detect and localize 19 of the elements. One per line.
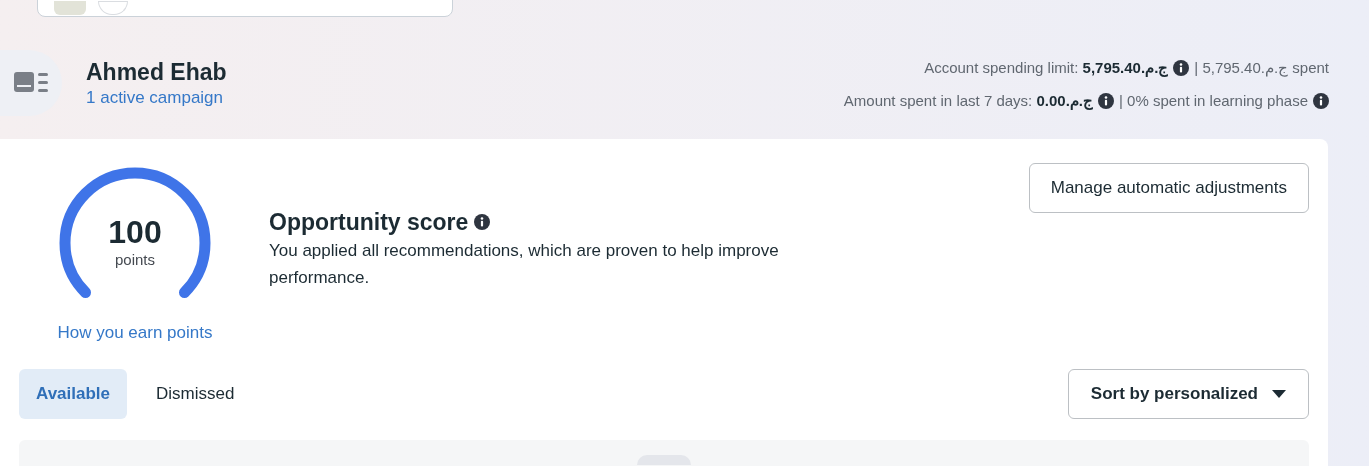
tab[interactable]: Available [19, 369, 128, 419]
score-title: Opportunity score [269, 208, 469, 237]
campaigns-link[interactable]: 1 active campaign [86, 87, 227, 109]
score-unit: points [115, 250, 155, 270]
info-icon [1313, 92, 1329, 109]
account-name: Ahmed Ehab [86, 58, 227, 87]
caret-icon [1272, 390, 1286, 398]
score-description: You applied all recommendations, which are proven to help improve performance. [269, 240, 780, 289]
earn-points-link[interactable]: How you earn points [57, 320, 213, 346]
tab[interactable]: Dismissed [139, 369, 252, 419]
info-icon [474, 214, 491, 230]
sort-dropdown[interactable]: Sort by personalized [1067, 369, 1309, 419]
manage-adjustments-button[interactable]: Manage automatic adjustments [1028, 163, 1309, 213]
thumbnail-icon [54, 1, 86, 15]
spending-detail: | 0% spent in learning phase [1118, 90, 1308, 111]
info-icon [1173, 60, 1190, 77]
spending-detail: | ج.م.5,795.40 spent [1194, 58, 1329, 79]
score-value: 100 [108, 214, 162, 250]
info-icon [1097, 92, 1114, 109]
